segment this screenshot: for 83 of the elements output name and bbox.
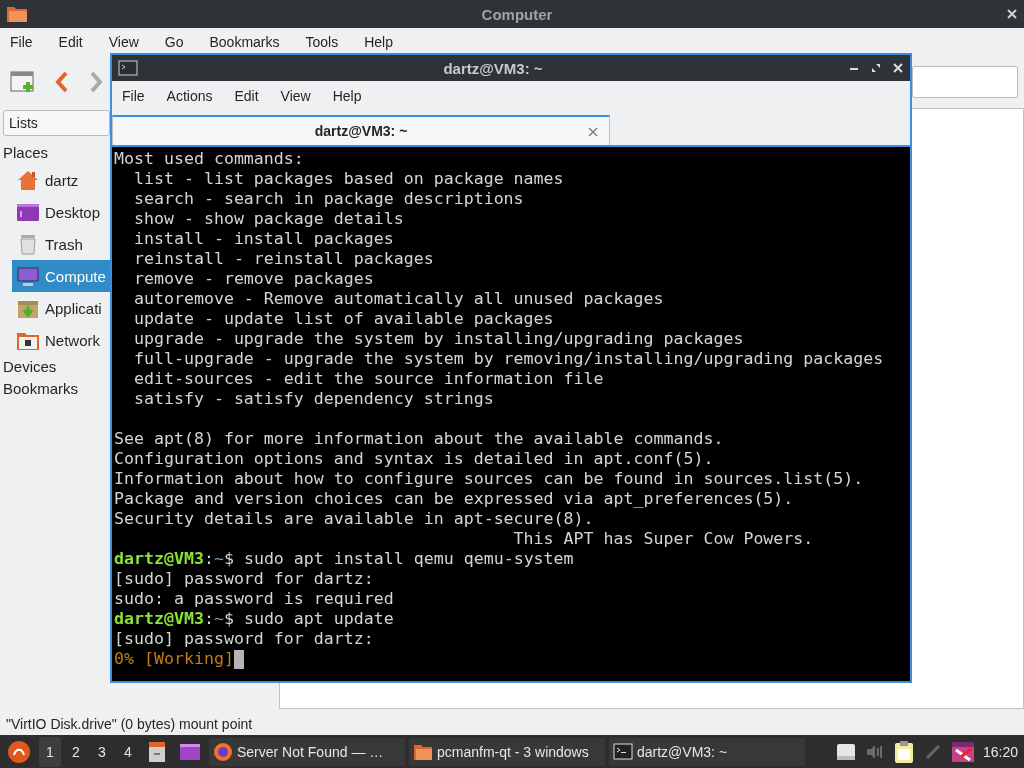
back-icon[interactable] [54, 70, 70, 94]
section-heading: Bookmarks [2, 379, 79, 399]
sidebar-label: Desktop [45, 203, 101, 221]
terminal-line: See apt(8) for more information about the available commands. [114, 429, 725, 449]
terminal-line: autoremove - Remove automatically all unused packages [132, 289, 665, 309]
section-heading: Places [2, 143, 49, 163]
settings-icon[interactable] [950, 740, 975, 763]
drive-icon[interactable] [834, 741, 857, 762]
sidebar-label: Compute [45, 267, 106, 285]
terminal-line: [sudo] password for dartz: [114, 629, 375, 649]
terminal-line: search - search in package descriptions [132, 189, 525, 209]
terminal-line: Security details are available in apt-secure(8). [114, 509, 595, 529]
terminal-icon [613, 741, 633, 762]
section-heading: Devices [2, 357, 57, 377]
terminal-line: edit-sources - edit the source information file [132, 369, 605, 389]
start-menu-icon[interactable] [7, 739, 31, 764]
terminal-line: Package and version choices can be expressed via apt_preferences(5). [114, 489, 795, 509]
menu-item[interactable]: Edit [51, 34, 90, 50]
terminal-line: list - list packages based on package names [132, 169, 565, 189]
sidebar-item[interactable]: dartz [12, 164, 110, 196]
workspace-button[interactable]: 4 [117, 736, 139, 767]
clipboard-icon[interactable] [892, 739, 915, 764]
terminal-line: 0% [Working] [114, 649, 234, 669]
menu-item[interactable]: Go [157, 34, 191, 50]
menu-item[interactable]: Help [357, 34, 400, 50]
terminal-icon [118, 60, 138, 76]
workspace-button[interactable]: 3 [91, 736, 113, 767]
terminal-line: Configuration options and syntax is detailed in apt.conf(5). [114, 449, 715, 469]
new-tab-icon[interactable] [10, 70, 36, 94]
sidebar-label: Network [45, 331, 100, 349]
terminal-line: dartz@VM3:~$ sudo apt update [114, 609, 395, 629]
workspace-button[interactable]: 2 [65, 736, 87, 767]
sidebar-item[interactable]: Trash [12, 228, 110, 260]
menu-item[interactable]: File [3, 34, 40, 50]
sidebar-item[interactable]: Compute [12, 260, 110, 292]
terminal-line: update - update list of available packages [132, 309, 555, 329]
terminal-tab[interactable]: dartz@VM3: ~ [112, 115, 610, 145]
window-title: Computer [480, 5, 554, 23]
terminal-line: Information about how to configure sources can be found in sources.list(5). [114, 469, 865, 489]
folder-icon [6, 4, 28, 24]
monitor-icon [16, 264, 40, 288]
menu-item[interactable]: View [273, 88, 318, 104]
sidebar-item[interactable]: Applicati [12, 292, 110, 324]
clock: 16:20 [982, 743, 1018, 760]
terminal-line: dartz@VM3:~$ sudo apt install qemu qemu-system [114, 549, 575, 569]
tab-label: dartz@VM3: ~ [314, 123, 408, 139]
maximize-icon[interactable] [870, 62, 882, 74]
terminal-line: remove - remove packages [132, 269, 375, 289]
menu-item[interactable]: Bookmarks [202, 34, 287, 50]
terminal-line: [sudo] password for dartz: [114, 569, 375, 589]
location-field[interactable] [912, 66, 1018, 98]
menu-item[interactable]: Help [325, 88, 369, 104]
sidebar-label: dartz [45, 171, 79, 189]
menu-item[interactable]: Actions [159, 88, 220, 104]
sidebar-label: Applicati [45, 299, 102, 317]
sidebar-item[interactable]: Desktop [12, 196, 110, 228]
file-cabinet-icon[interactable] [147, 740, 167, 763]
terminal-line: full-upgrade - upgrade the system by removing/installing/upgrading packages [132, 349, 885, 369]
terminal-line: This APT has Super Cow Powers. [512, 529, 815, 549]
terminal-line: install - install packages [132, 229, 395, 249]
home-icon [16, 168, 40, 192]
taskbar-task[interactable]: dartz@VM3: ~ [609, 737, 805, 766]
desktop-icon[interactable] [179, 741, 201, 762]
status-text: "VirtIO Disk.drive" (0 bytes) mount point [5, 715, 254, 734]
terminal-line: show - show package details [132, 209, 405, 229]
browser-icon [213, 741, 233, 762]
terminal-line: upgrade - upgrade the system by installing/upgrading packages [132, 329, 745, 349]
terminal-line: Most used commands: [114, 149, 305, 169]
menu-item[interactable]: Tools [298, 34, 346, 50]
terminal-line: satisfy - satisfy dependency strings [132, 389, 495, 409]
menu-item[interactable]: Edit [227, 88, 266, 104]
terminal-line: sudo: a password is required [114, 589, 395, 609]
menu-item[interactable]: View [101, 34, 146, 50]
window-title: dartz@VM3: ~ [442, 59, 544, 77]
sidebar-item[interactable]: Network [12, 324, 110, 356]
view-mode-dropdown[interactable]: Lists [3, 110, 110, 136]
taskbar-task[interactable]: pcmanfm-qt - 3 windows [409, 737, 605, 766]
menu-item[interactable]: File [115, 88, 152, 104]
close-icon[interactable] [587, 126, 599, 138]
taskbar-task[interactable]: Server Not Found — … [209, 737, 405, 766]
workspace-button[interactable]: 1 [39, 736, 61, 767]
terminal-line: reinstall - reinstall packages [132, 249, 435, 269]
sidebar-label: Trash [45, 235, 83, 253]
